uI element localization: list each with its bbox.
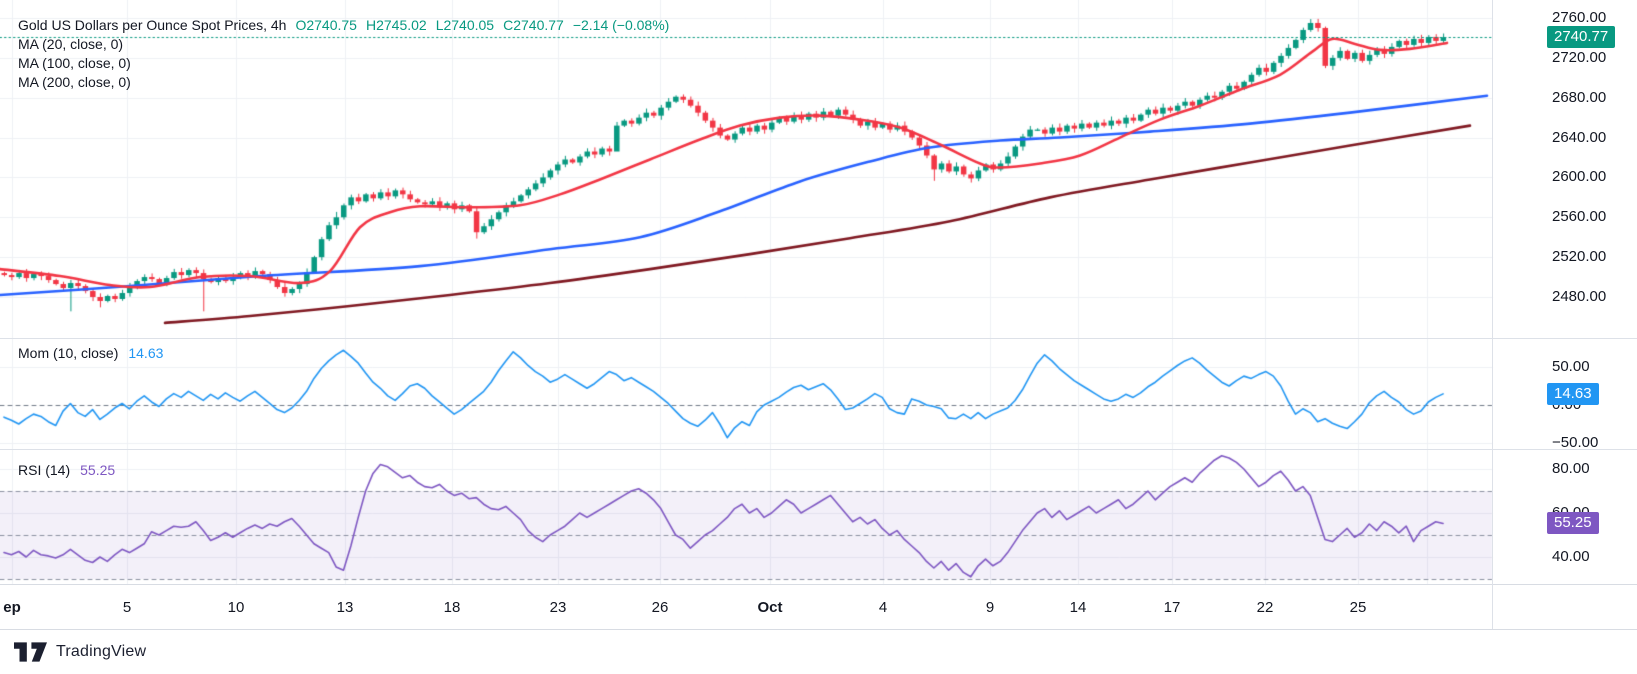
tradingview-chart-window: Gold US Dollars per Ounce Spot Prices, 4… [0, 0, 1637, 674]
price-last-value-badge: 2740.77 [1547, 26, 1615, 48]
rsi-value: 55.25 [80, 462, 115, 478]
footer-brand[interactable]: TradingView [14, 642, 146, 662]
legend-ma100-label: MA (100, close, 0) [18, 55, 131, 71]
time-tick-label: Oct [757, 599, 782, 616]
ohlc-high: H2745.02 [366, 17, 427, 33]
rsi-tick-label: 80.00 [1552, 460, 1590, 478]
time-tick-label: 5 [123, 599, 131, 616]
rsi-last-value-badge: 55.25 [1547, 512, 1599, 534]
momentum-indicator-label: Mom (10, close) [18, 345, 118, 361]
symbol-legend-row[interactable]: Gold US Dollars per Ounce Spot Prices, 4… [18, 16, 669, 35]
time-axis-top-border [0, 584, 1637, 585]
tradingview-logo-icon [14, 642, 47, 662]
legend-ma20-label: MA (20, close, 0) [18, 36, 123, 52]
legend-ma20-row[interactable]: MA (20, close, 0) [18, 35, 669, 54]
legend-rsi-row[interactable]: RSI (14) 55.25 [18, 461, 115, 480]
price-tick-label: 2520.00 [1552, 248, 1606, 266]
price-tick-label: 2480.00 [1552, 288, 1606, 306]
price-tick-label: 2720.00 [1552, 49, 1606, 67]
price-axis-border [1492, 0, 1493, 629]
mom-last-value-badge: 14.63 [1547, 383, 1599, 405]
time-tick-label: 26 [652, 599, 669, 616]
price-tick-label: 2760.00 [1552, 9, 1606, 27]
legend-ma200-label: MA (200, close, 0) [18, 74, 131, 90]
momentum-tick-label: 50.00 [1552, 358, 1590, 376]
time-tick-label: 22 [1257, 599, 1274, 616]
price-tick-label: 2560.00 [1552, 208, 1606, 226]
ohlc-change: −2.14 (−0.08%) [573, 17, 670, 33]
time-tick-label: 13 [337, 599, 354, 616]
momentum-tick-label: −50.00 [1552, 434, 1598, 452]
legend-momentum-row[interactable]: Mom (10, close) 14.63 [18, 344, 163, 363]
symbol-title: Gold US Dollars per Ounce Spot Prices, 4… [18, 17, 286, 33]
price-tick-label: 2640.00 [1552, 129, 1606, 147]
legend-main: Gold US Dollars per Ounce Spot Prices, 4… [18, 16, 669, 92]
time-tick-label: ep [3, 599, 21, 616]
pane-separator-momentum-rsi[interactable] [0, 449, 1637, 450]
time-axis-bottom-border [0, 629, 1637, 630]
time-tick-label: 14 [1070, 599, 1087, 616]
brand-name: TradingView [56, 643, 146, 661]
time-tick-label: 9 [986, 599, 994, 616]
price-tick-label: 2600.00 [1552, 168, 1606, 186]
time-tick-label: 25 [1350, 599, 1367, 616]
legend-ma200-row[interactable]: MA (200, close, 0) [18, 73, 669, 92]
pane-separator-main-momentum[interactable] [0, 338, 1637, 339]
momentum-value: 14.63 [128, 345, 163, 361]
time-tick-label: 18 [444, 599, 461, 616]
price-tick-label: 2680.00 [1552, 89, 1606, 107]
ohlc-close: C2740.77 [503, 17, 564, 33]
ohlc-low: L2740.05 [436, 17, 494, 33]
time-tick-label: 23 [550, 599, 567, 616]
chart-canvas[interactable] [0, 0, 1637, 674]
time-tick-label: 10 [228, 599, 245, 616]
rsi-tick-label: 40.00 [1552, 548, 1590, 566]
legend-ma100-row[interactable]: MA (100, close, 0) [18, 54, 669, 73]
ohlc-open: O2740.75 [295, 17, 357, 33]
time-tick-label: 17 [1164, 599, 1181, 616]
rsi-indicator-label: RSI (14) [18, 462, 70, 478]
time-tick-label: 4 [879, 599, 887, 616]
